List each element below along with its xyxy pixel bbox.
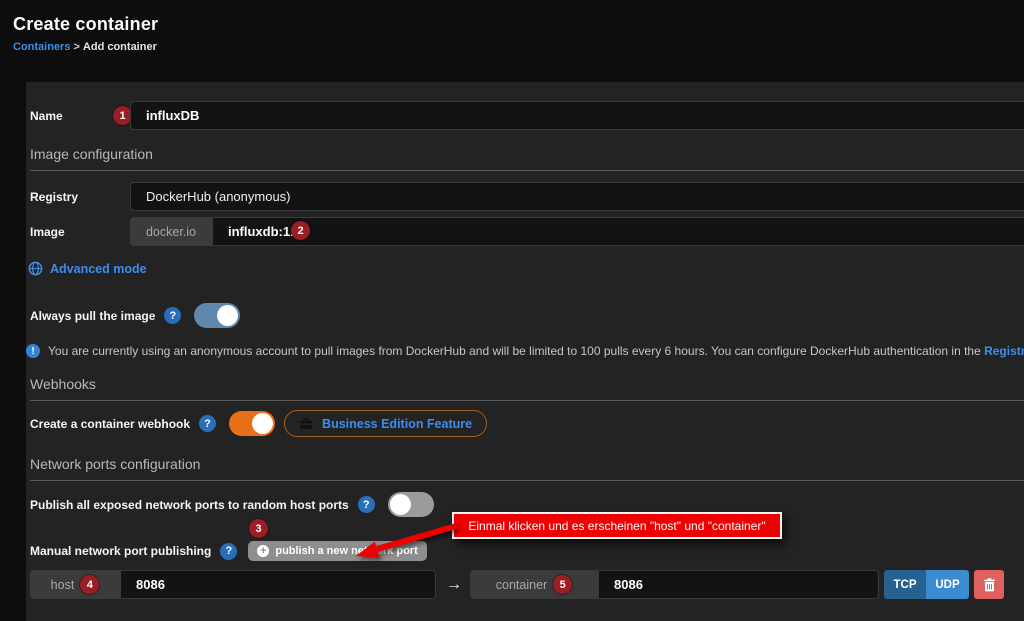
container-port-addon: container 5 [470, 570, 598, 599]
image-label: Image [30, 225, 65, 239]
step-badge-2: 2 [291, 221, 310, 240]
publish-all-row: Publish all exposed network ports to ran… [30, 492, 434, 517]
dockerhub-notice: ! You are currently using an anonymous a… [26, 344, 1024, 358]
publish-all-label: Publish all exposed network ports to ran… [30, 498, 349, 512]
toggle-knob [252, 413, 273, 434]
breadcrumb-separator: > [70, 41, 82, 53]
section-network-ports: Network ports configuration [30, 456, 1024, 481]
create-webhook-label: Create a container webhook [30, 417, 190, 431]
delete-port-button[interactable] [974, 570, 1004, 599]
webhook-row: Create a container webhook ? Business Ed… [30, 410, 487, 437]
toggle-knob [390, 494, 411, 515]
annotation-tooltip: Einmal klicken und es erscheinen "host" … [452, 512, 782, 539]
publish-all-toggle[interactable] [388, 492, 434, 517]
always-pull-toggle[interactable] [194, 303, 240, 328]
host-port-addon: host 4 [30, 570, 120, 599]
section-image-configuration: Image configuration [30, 146, 1024, 171]
help-icon[interactable]: ? [220, 543, 237, 560]
name-label: Name [30, 109, 63, 123]
container-port-input[interactable] [598, 570, 879, 599]
section-webhooks: Webhooks [30, 376, 1024, 401]
host-addon-label: host [51, 578, 75, 592]
udp-button[interactable]: UDP [926, 570, 969, 599]
step-badge-5: 5 [553, 575, 572, 594]
globe-icon [28, 261, 43, 276]
advanced-mode-link[interactable]: Advanced mode [28, 261, 147, 276]
info-icon: ! [26, 344, 40, 358]
trash-icon [983, 578, 996, 592]
toggle-knob [217, 305, 238, 326]
tcp-button[interactable]: TCP [884, 570, 926, 599]
always-pull-row: Always pull the image ? [30, 303, 240, 328]
business-edition-label: Business Edition Feature [322, 417, 472, 431]
help-icon[interactable]: ? [199, 415, 216, 432]
step-badge-3: 3 [249, 519, 268, 538]
breadcrumb: Containers>Add container [13, 41, 157, 53]
image-input[interactable] [212, 217, 1024, 246]
advanced-mode-label: Advanced mode [50, 262, 147, 276]
host-port-input[interactable] [120, 570, 436, 599]
registry-select[interactable]: DockerHub (anonymous) [130, 182, 1024, 211]
name-input[interactable] [130, 101, 1024, 130]
breadcrumb-current: Add container [83, 41, 157, 53]
manual-port-label: Manual network port publishing [30, 544, 211, 558]
registries-link[interactable]: Registries [984, 344, 1024, 358]
business-edition-badge[interactable]: Business Edition Feature [284, 410, 487, 437]
always-pull-label: Always pull the image [30, 309, 155, 323]
arrow-right-icon: → [440, 570, 468, 599]
plus-circle-icon: + [257, 545, 269, 557]
briefcase-icon [299, 417, 313, 430]
image-registry-prefix: docker.io [130, 217, 212, 246]
page-title: Create container [13, 14, 158, 35]
create-webhook-toggle[interactable] [229, 411, 275, 436]
notice-text: You are currently using an anonymous acc… [48, 344, 1024, 358]
annotation-arrow [348, 516, 460, 564]
registry-label: Registry [30, 190, 78, 204]
create-container-page: Create container Containers>Add containe… [0, 0, 1024, 621]
container-addon-label: container [496, 578, 547, 592]
help-icon[interactable]: ? [164, 307, 181, 324]
breadcrumb-containers-link[interactable]: Containers [13, 41, 70, 53]
help-icon[interactable]: ? [358, 496, 375, 513]
step-badge-4: 4 [80, 575, 99, 594]
